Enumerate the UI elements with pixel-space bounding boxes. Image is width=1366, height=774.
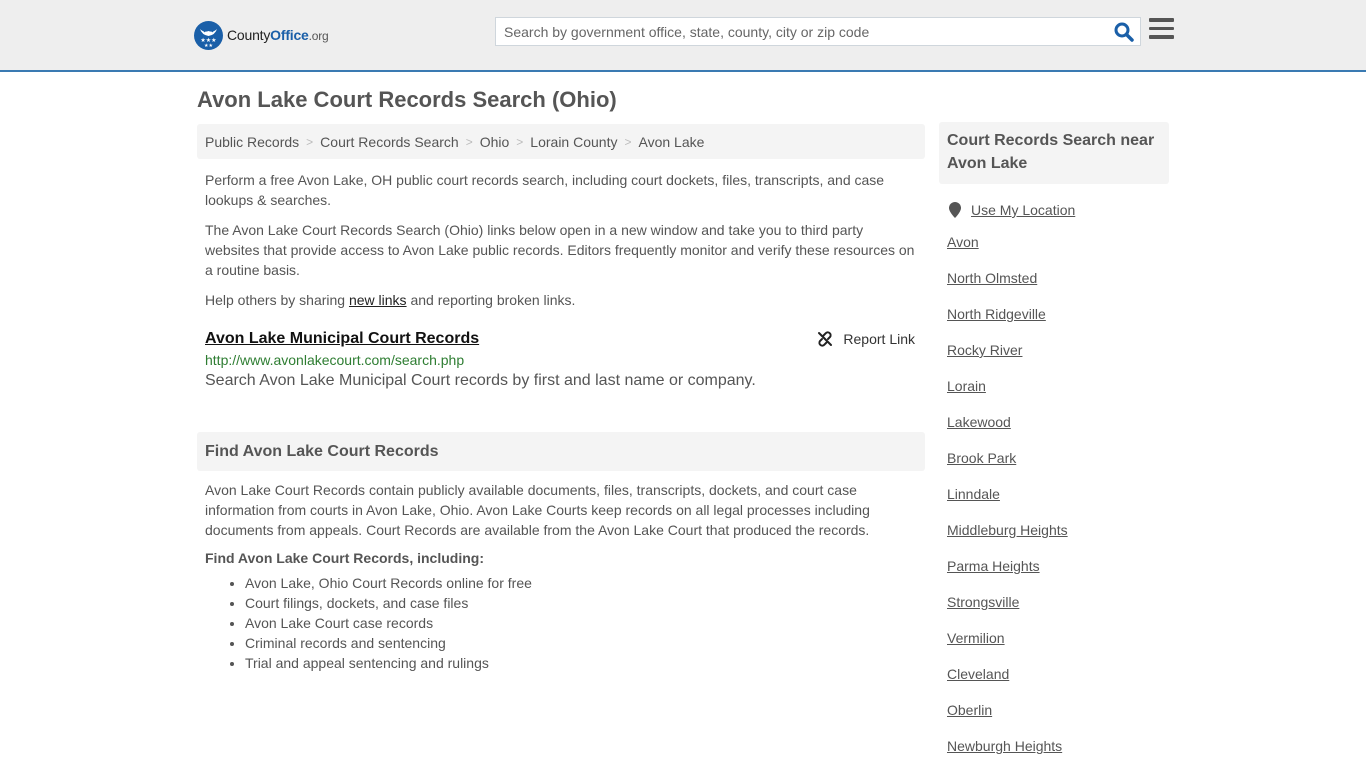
result-item: Avon Lake Municipal Court Records Report… <box>197 330 925 390</box>
nearby-link[interactable]: Middleburg Heights <box>947 522 1068 538</box>
result-description: Search Avon Lake Municipal Court records… <box>205 372 756 389</box>
logo-text: CountyOffice.org <box>227 27 329 43</box>
report-link-label: Report Link <box>843 331 915 347</box>
nearby-item: Lorain <box>947 378 1169 414</box>
list-item: Criminal records and sentencing <box>245 633 925 653</box>
header-inner: ★★★ ★★ CountyOffice.org <box>194 0 1174 70</box>
page-title: Avon Lake Court Records Search (Ohio) <box>197 87 617 112</box>
site-header: ★★★ ★★ CountyOffice.org <box>0 0 1366 72</box>
share-text-after: and reporting broken links. <box>406 292 576 308</box>
logo-office: Office <box>270 27 309 43</box>
breadcrumb-separator: > <box>465 134 473 149</box>
logo-county: County <box>227 27 271 43</box>
svg-text:★★: ★★ <box>204 43 213 49</box>
logo-org: .org <box>308 29 329 43</box>
nearby-link[interactable]: Vermilion <box>947 630 1005 646</box>
list-item: Avon Lake Court case records <box>245 613 925 633</box>
nearby-link[interactable]: Lorain <box>947 378 986 394</box>
breadcrumb-public-records[interactable]: Public Records <box>205 134 299 150</box>
map-pin-icon <box>949 202 961 218</box>
nearby-item: North Ridgeville <box>947 306 1169 342</box>
breadcrumb-separator: > <box>624 134 632 149</box>
nearby-link[interactable]: Avon <box>947 234 979 250</box>
nearby-item: Brook Park <box>947 450 1169 486</box>
nearby-item: Strongsville <box>947 594 1169 630</box>
menu-bar <box>1149 26 1174 30</box>
sidebar-heading: Court Records Search near Avon Lake <box>939 122 1169 184</box>
result-title-link[interactable]: Avon Lake Municipal Court Records <box>205 330 479 348</box>
search-box <box>495 17 1141 46</box>
menu-bar <box>1149 35 1174 39</box>
nearby-list: Avon North Olmsted North Ridgeville Rock… <box>939 234 1169 774</box>
disclaimer-paragraph: The Avon Lake Court Records Search (Ohio… <box>205 222 915 278</box>
list-item: Trial and appeal sentencing and rulings <box>245 653 925 673</box>
intro-paragraph: Perform a free Avon Lake, OH public cour… <box>205 172 885 208</box>
share-text-before: Help others by sharing <box>205 292 349 308</box>
share-paragraph: Help others by sharing new links and rep… <box>197 290 925 310</box>
nearby-link[interactable]: Brook Park <box>947 450 1016 466</box>
nearby-link[interactable]: Cleveland <box>947 666 1009 682</box>
breadcrumb-ohio[interactable]: Ohio <box>480 134 510 150</box>
broken-link-icon <box>818 331 833 347</box>
hamburger-menu-icon[interactable] <box>1149 18 1175 42</box>
search-button[interactable] <box>1112 20 1136 44</box>
nearby-item: Parma Heights <box>947 558 1169 594</box>
find-section-paragraph: Avon Lake Court Records contain publicly… <box>205 482 870 538</box>
nearby-link[interactable]: North Ridgeville <box>947 306 1046 322</box>
search-input[interactable] <box>496 18 1106 45</box>
search-icon <box>1114 22 1134 42</box>
nearby-item: Cleveland <box>947 666 1169 702</box>
find-section-list: Avon Lake, Ohio Court Records online for… <box>197 573 925 673</box>
breadcrumb-separator: > <box>306 134 314 149</box>
report-link-button[interactable]: Report Link <box>817 331 915 347</box>
breadcrumb-court-records-search[interactable]: Court Records Search <box>320 134 459 150</box>
breadcrumb: Public Records > Court Records Search > … <box>197 124 925 159</box>
nearby-link[interactable]: Newburgh Heights <box>947 738 1062 754</box>
use-my-location-link[interactable]: Use My Location <box>971 202 1075 218</box>
sidebar: Court Records Search near Avon Lake Use … <box>939 122 1169 774</box>
site-logo[interactable]: ★★★ ★★ CountyOffice.org <box>194 20 329 50</box>
eagle-stars-badge-icon: ★★★ ★★ <box>194 20 223 50</box>
nearby-link[interactable]: Rocky River <box>947 342 1022 358</box>
nearby-item: Avon <box>947 234 1169 270</box>
nearby-item: Newburgh Heights <box>947 738 1169 774</box>
find-section-subheading: Find Avon Lake Court Records, including: <box>205 550 484 566</box>
nearby-item: North Olmsted <box>947 270 1169 306</box>
breadcrumb-lorain-county[interactable]: Lorain County <box>530 134 617 150</box>
nearby-item: Oberlin <box>947 702 1169 738</box>
nearby-item: Lakewood <box>947 414 1169 450</box>
list-item: Court filings, dockets, and case files <box>245 593 925 613</box>
breadcrumb-separator: > <box>516 134 524 149</box>
nearby-item: Middleburg Heights <box>947 522 1169 558</box>
nearby-item: Linndale <box>947 486 1169 522</box>
nearby-link[interactable]: Parma Heights <box>947 558 1040 574</box>
nearby-link[interactable]: Linndale <box>947 486 1000 502</box>
new-links-link[interactable]: new links <box>349 292 407 308</box>
nearby-link[interactable]: Lakewood <box>947 414 1011 430</box>
nearby-item: Vermilion <box>947 630 1169 666</box>
menu-bar <box>1149 18 1174 22</box>
main-content: Public Records > Court Records Search > … <box>197 124 925 673</box>
use-location-row: Use My Location <box>939 202 1169 218</box>
result-url: http://www.avonlakecourt.com/search.php <box>205 352 465 368</box>
find-section-heading: Find Avon Lake Court Records <box>197 432 925 471</box>
nearby-item: Rocky River <box>947 342 1169 378</box>
nearby-link[interactable]: North Olmsted <box>947 270 1037 286</box>
breadcrumb-avon-lake[interactable]: Avon Lake <box>638 134 704 150</box>
nearby-link[interactable]: Oberlin <box>947 702 992 718</box>
list-item: Avon Lake, Ohio Court Records online for… <box>245 573 925 593</box>
nearby-link[interactable]: Strongsville <box>947 594 1019 610</box>
